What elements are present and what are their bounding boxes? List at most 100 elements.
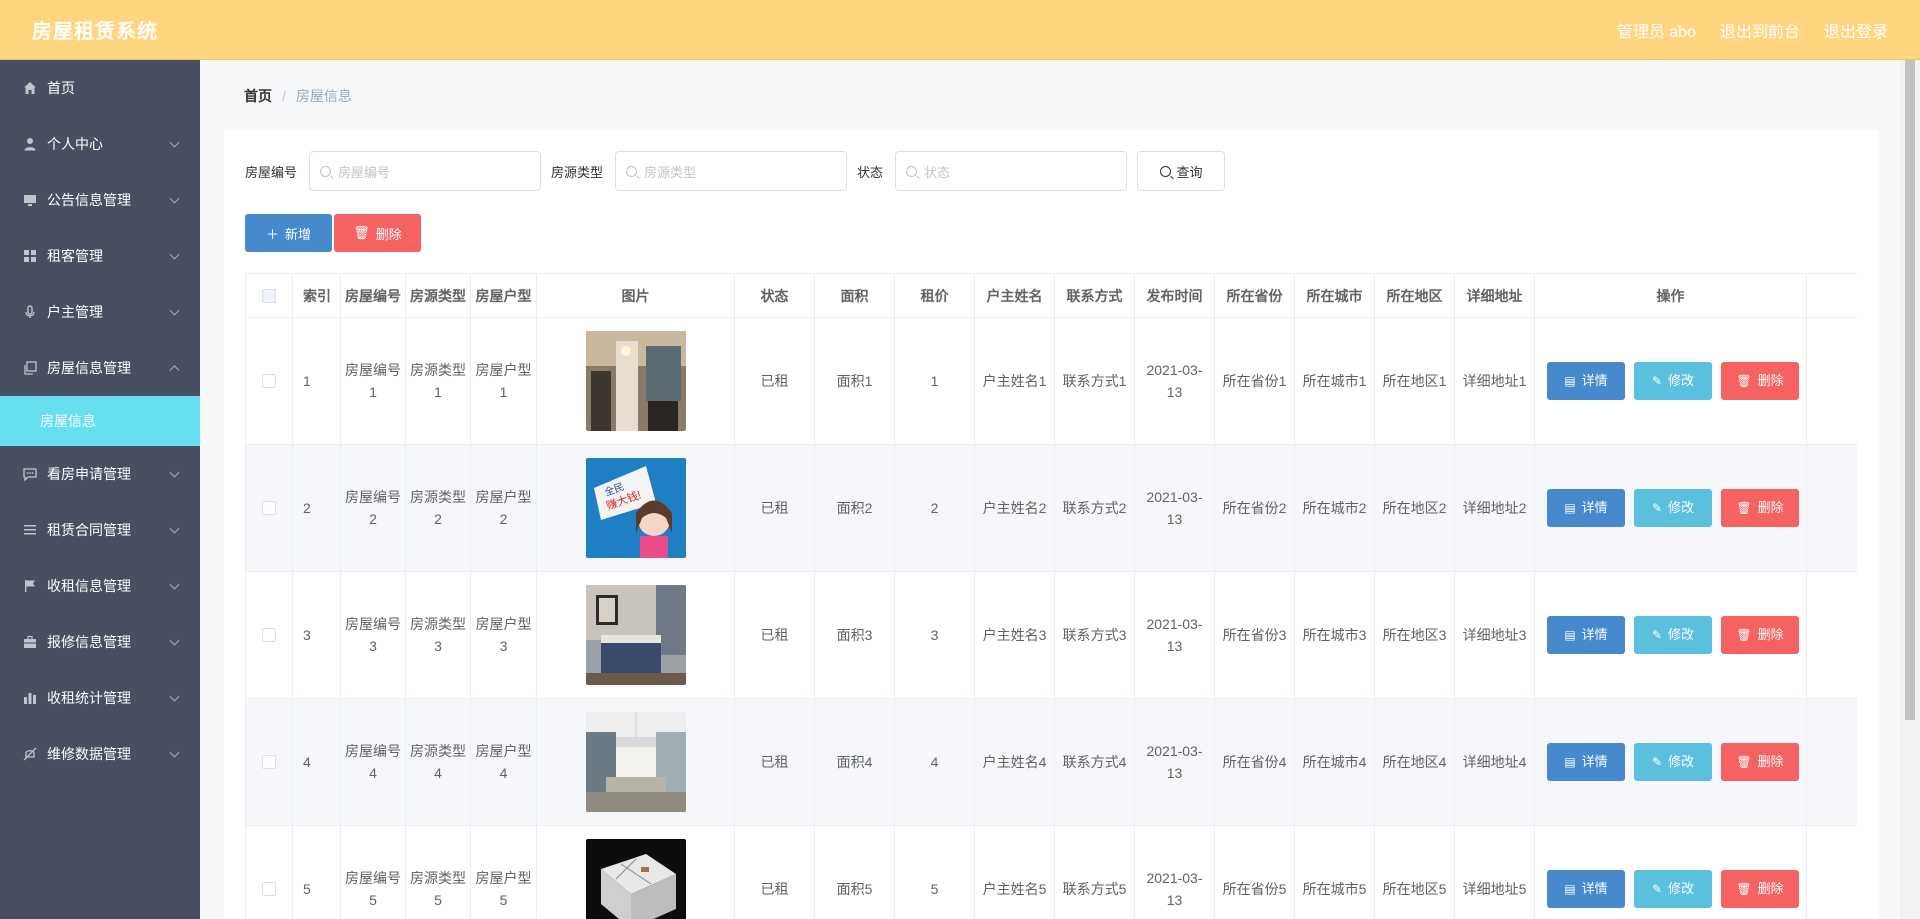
cell-index: 2 bbox=[293, 445, 341, 571]
delete-button[interactable]: 🗑 删除 bbox=[1721, 743, 1799, 781]
detail-button-label: 详情 bbox=[1581, 500, 1608, 515]
edit-button[interactable]: ✎ 修改 bbox=[1634, 616, 1712, 654]
sidebar-item-7[interactable]: 租赁合同管理 bbox=[0, 502, 200, 558]
edit-button[interactable]: ✎ 修改 bbox=[1634, 489, 1712, 527]
delete-button-label: 删除 bbox=[1757, 627, 1784, 642]
batch-delete-button[interactable]: 🗑 删除 bbox=[334, 214, 421, 252]
chart-icon bbox=[22, 690, 38, 706]
cell-province: 所在省份5 bbox=[1215, 826, 1295, 919]
delete-button-label: 删除 bbox=[1757, 881, 1784, 896]
cell-type: 房源类型1 bbox=[406, 318, 471, 444]
delete-button[interactable]: 🗑 删除 bbox=[1721, 616, 1799, 654]
sidebar-item-6[interactable]: 看房申请管理 bbox=[0, 446, 200, 502]
row-select-cell bbox=[245, 318, 293, 444]
image-cell: 全民 赚大钱! bbox=[537, 445, 735, 571]
back-to-front-link[interactable]: 退出到前台 bbox=[1720, 18, 1800, 42]
row-checkbox[interactable] bbox=[262, 628, 276, 642]
breadcrumb-current: 房屋信息 bbox=[295, 88, 352, 104]
row-checkbox[interactable] bbox=[262, 501, 276, 515]
delete-button[interactable]: 🗑 删除 bbox=[1721, 489, 1799, 527]
sidebar-item-label: 收租信息管理 bbox=[47, 578, 131, 594]
column-header: 状态 bbox=[735, 274, 815, 317]
cell-contact: 联系方式4 bbox=[1055, 699, 1135, 825]
status-input[interactable]: 状态 bbox=[895, 151, 1128, 191]
sidebar-subitem-house-info[interactable]: 房屋信息 bbox=[0, 396, 200, 446]
query-button[interactable]: 查询 bbox=[1137, 151, 1226, 191]
sidebar-item-label: 租赁合同管理 bbox=[47, 522, 131, 538]
column-header: 房屋编号 bbox=[341, 274, 406, 317]
image-cell bbox=[537, 318, 735, 444]
cell-owner: 户主姓名4 bbox=[975, 699, 1055, 825]
select-all-checkbox[interactable] bbox=[262, 288, 276, 303]
delete-button[interactable]: 🗑 删除 bbox=[1721, 870, 1799, 908]
detail-button[interactable]: ▤ 详情 bbox=[1547, 362, 1625, 400]
sidebar-item-10[interactable]: 收租统计管理 bbox=[0, 670, 200, 726]
column-header: 操作 bbox=[1535, 274, 1807, 317]
chevron-down-icon bbox=[169, 305, 180, 316]
sidebar-item-label: 租客管理 bbox=[47, 248, 103, 264]
logout-link[interactable]: 退出登录 bbox=[1824, 18, 1888, 42]
sidebar-item-5[interactable]: 房屋信息管理 bbox=[0, 340, 200, 396]
cell-province: 所在省份1 bbox=[1215, 318, 1295, 444]
search-label-status: 状态 bbox=[857, 164, 884, 180]
edit-button[interactable]: ✎ 修改 bbox=[1634, 743, 1712, 781]
sidebar-item-3[interactable]: 租客管理 bbox=[0, 228, 200, 284]
sidebar-item-0[interactable]: 首页 bbox=[0, 60, 200, 116]
toolbox-icon bbox=[22, 634, 38, 650]
house-type-input[interactable]: 房源类型 bbox=[615, 151, 848, 191]
detail-button[interactable]: ▤ 详情 bbox=[1547, 489, 1625, 527]
sidebar-item-4[interactable]: 户主管理 bbox=[0, 284, 200, 340]
scrollbar-thumb[interactable] bbox=[1905, 60, 1915, 720]
document-icon: ▤ bbox=[1564, 501, 1576, 515]
delete-button-label: 删除 bbox=[1757, 500, 1784, 515]
batch-delete-label: 删除 bbox=[375, 226, 402, 242]
sidebar-item-1[interactable]: 个人中心 bbox=[0, 116, 200, 172]
edit-button-label: 修改 bbox=[1668, 881, 1695, 896]
edit-button[interactable]: ✎ 修改 bbox=[1634, 870, 1712, 908]
sidebar-item-2[interactable]: 公告信息管理 bbox=[0, 172, 200, 228]
cell-price: 3 bbox=[895, 572, 975, 698]
cell-address: 详细地址4 bbox=[1455, 699, 1535, 825]
cell-address: 详细地址5 bbox=[1455, 826, 1535, 919]
breadcrumb-home[interactable]: 首页 bbox=[244, 86, 272, 106]
delete-button[interactable]: 🗑 删除 bbox=[1721, 362, 1799, 400]
detail-button[interactable]: ▤ 详情 bbox=[1547, 870, 1625, 908]
cell-owner: 户主姓名1 bbox=[975, 318, 1055, 444]
add-button[interactable]: ＋ 新增 bbox=[245, 214, 332, 252]
search-form: 房屋编号 房屋编号 房源类型 房源类型 状态 状态 查询 bbox=[245, 151, 1226, 191]
cell-address: 详细地址2 bbox=[1455, 445, 1535, 571]
house-thumbnail bbox=[585, 585, 686, 685]
column-header: 房源类型 bbox=[406, 274, 471, 317]
cell-district: 所在地区5 bbox=[1375, 826, 1455, 919]
delete-button-label: 删除 bbox=[1757, 754, 1784, 769]
trash-icon: 🗑 bbox=[353, 225, 370, 240]
document-icon: ▤ bbox=[1564, 628, 1576, 642]
sidebar-item-8[interactable]: 收租信息管理 bbox=[0, 558, 200, 614]
search-icon bbox=[320, 165, 332, 177]
cell-type: 房源类型3 bbox=[406, 572, 471, 698]
main-content: 首页 / 房屋信息 房屋编号 房屋编号 房源类型 房源类型 状态 状态 查询 ＋… bbox=[200, 60, 1900, 919]
row-checkbox[interactable] bbox=[262, 882, 276, 896]
chat-icon bbox=[22, 466, 38, 482]
cell-status: 已租 bbox=[735, 445, 815, 571]
table-row: 3 房屋编号3 房源类型3 房屋户型3 已租 面积3 3 户主姓名3 联系方式3 2021-03-… bbox=[245, 572, 1857, 699]
cell-owner: 户主姓名2 bbox=[975, 445, 1055, 571]
row-checkbox[interactable] bbox=[262, 755, 276, 769]
actions-cell: ▤ 详情 ✎ 修改 🗑 删除 bbox=[1535, 445, 1807, 571]
edit-button[interactable]: ✎ 修改 bbox=[1634, 362, 1712, 400]
sidebar-item-9[interactable]: 报修信息管理 bbox=[0, 614, 200, 670]
search-label-type: 房源类型 bbox=[551, 164, 604, 180]
detail-button[interactable]: ▤ 详情 bbox=[1547, 743, 1625, 781]
detail-button[interactable]: ▤ 详情 bbox=[1547, 616, 1625, 654]
house-thumbnail bbox=[585, 839, 686, 919]
chevron-up-icon bbox=[169, 365, 180, 376]
row-checkbox[interactable] bbox=[262, 374, 276, 388]
page-scrollbar[interactable] bbox=[1900, 60, 1920, 919]
user-icon bbox=[22, 136, 38, 152]
status-placeholder: 状态 bbox=[924, 164, 951, 180]
detail-button-label: 详情 bbox=[1581, 881, 1608, 896]
house-code-input[interactable]: 房屋编号 bbox=[309, 151, 542, 191]
sidebar-item-11[interactable]: 维修数据管理 bbox=[0, 726, 200, 782]
document-icon: ▤ bbox=[1564, 755, 1576, 769]
cell-address: 详细地址1 bbox=[1455, 318, 1535, 444]
